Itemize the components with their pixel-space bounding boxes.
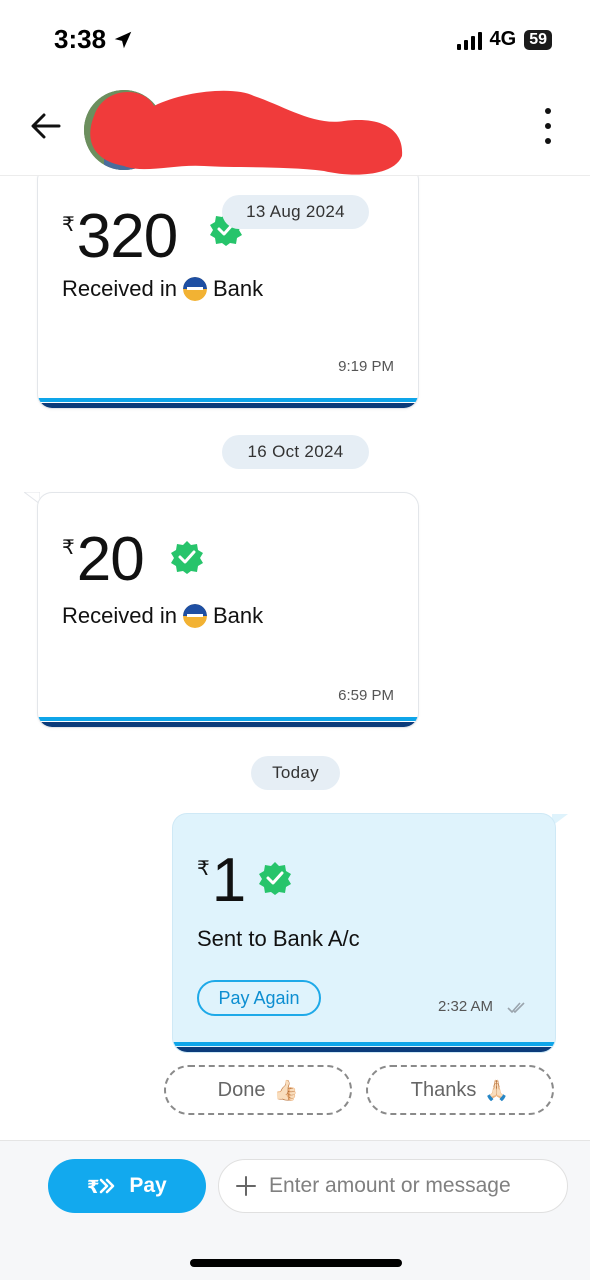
date-separator: 16 Oct 2024: [222, 435, 369, 469]
pay-button[interactable]: ₹ Pay: [48, 1159, 206, 1213]
status-time: 3:38: [54, 24, 134, 55]
amount-value: 20: [76, 525, 145, 594]
message-input[interactable]: [269, 1174, 549, 1198]
home-indicator[interactable]: [190, 1259, 402, 1267]
more-options-button[interactable]: [536, 106, 560, 146]
pay-label: Pay: [129, 1174, 167, 1197]
message-time: 2:32 AM: [438, 998, 494, 1015]
card-stripe: [173, 1042, 555, 1052]
payment-description: Received in Bank: [62, 603, 263, 629]
quick-reply-thanks[interactable]: Thanks 🙏🏻: [366, 1065, 554, 1115]
payment-amount: ₹ 1: [197, 846, 246, 915]
more-vertical-icon: [545, 108, 551, 114]
thumbs-up-icon: 👍🏻: [273, 1079, 299, 1102]
card-stripe: [38, 398, 418, 408]
amount-value: 320: [76, 202, 178, 271]
card-stripe: [38, 717, 418, 727]
verified-check-icon: [171, 541, 203, 574]
message-time: 9:19 PM: [338, 358, 394, 375]
payment-card-sent[interactable]: ₹ 1 Sent to Bank A/c Pay Again 2:32 AM: [173, 814, 555, 1052]
amount-value: 1: [211, 846, 246, 915]
currency-symbol: ₹: [62, 537, 75, 559]
svg-text:₹: ₹: [87, 1177, 100, 1197]
quick-reply-done[interactable]: Done 👍🏻: [164, 1065, 352, 1115]
clock-text: 3:38: [54, 24, 107, 54]
arrow-left-icon: [31, 113, 61, 139]
message-time: 6:59 PM: [338, 687, 394, 704]
verified-check-icon: [259, 862, 291, 895]
composer-bar: ₹ Pay: [0, 1140, 590, 1280]
payment-amount: ₹ 320: [62, 202, 178, 271]
location-arrow-icon: [114, 31, 132, 48]
bank-logo-icon: [182, 277, 207, 301]
currency-symbol: ₹: [62, 214, 75, 236]
folded-hands-icon: 🙏🏻: [484, 1079, 510, 1102]
double-check-icon: [507, 1002, 525, 1014]
date-separator: Today: [251, 756, 340, 790]
chat-header: [0, 80, 590, 176]
network-type: 4G: [489, 28, 517, 50]
battery-icon: 59: [524, 29, 552, 50]
description-prefix: Received in: [62, 276, 177, 301]
payment-amount: ₹ 20: [62, 525, 145, 594]
quick-reply-label: Thanks: [410, 1078, 477, 1101]
description-suffix: Bank: [212, 603, 264, 628]
chat-thread[interactable]: ₹ 320 Received in Bank 9:19 PM 13 Aug 20…: [0, 176, 590, 1140]
payment-card-received[interactable]: ₹ 20 Received in Bank 6:59 PM: [38, 493, 418, 727]
plus-icon[interactable]: [235, 1175, 257, 1197]
currency-symbol: ₹: [197, 858, 210, 880]
description-suffix: Bank: [212, 276, 264, 301]
signal-icon: [456, 30, 482, 50]
payment-description: Sent to Bank A/c: [197, 926, 360, 951]
back-button[interactable]: [28, 108, 64, 144]
rupee-send-icon: ₹: [87, 1177, 115, 1197]
redaction-mark: [90, 90, 403, 175]
quick-reply-label: Done: [217, 1078, 266, 1101]
status-bar: 3:38 4G 59: [0, 0, 590, 80]
description-prefix: Received in: [62, 603, 177, 628]
date-separator: 13 Aug 2024: [222, 195, 369, 229]
payment-description: Received in Bank: [62, 276, 263, 302]
status-indicators: 4G 59: [456, 28, 552, 51]
message-input-container[interactable]: [218, 1159, 568, 1213]
bank-logo-icon: [182, 604, 207, 628]
pay-again-button[interactable]: Pay Again: [197, 980, 321, 1016]
